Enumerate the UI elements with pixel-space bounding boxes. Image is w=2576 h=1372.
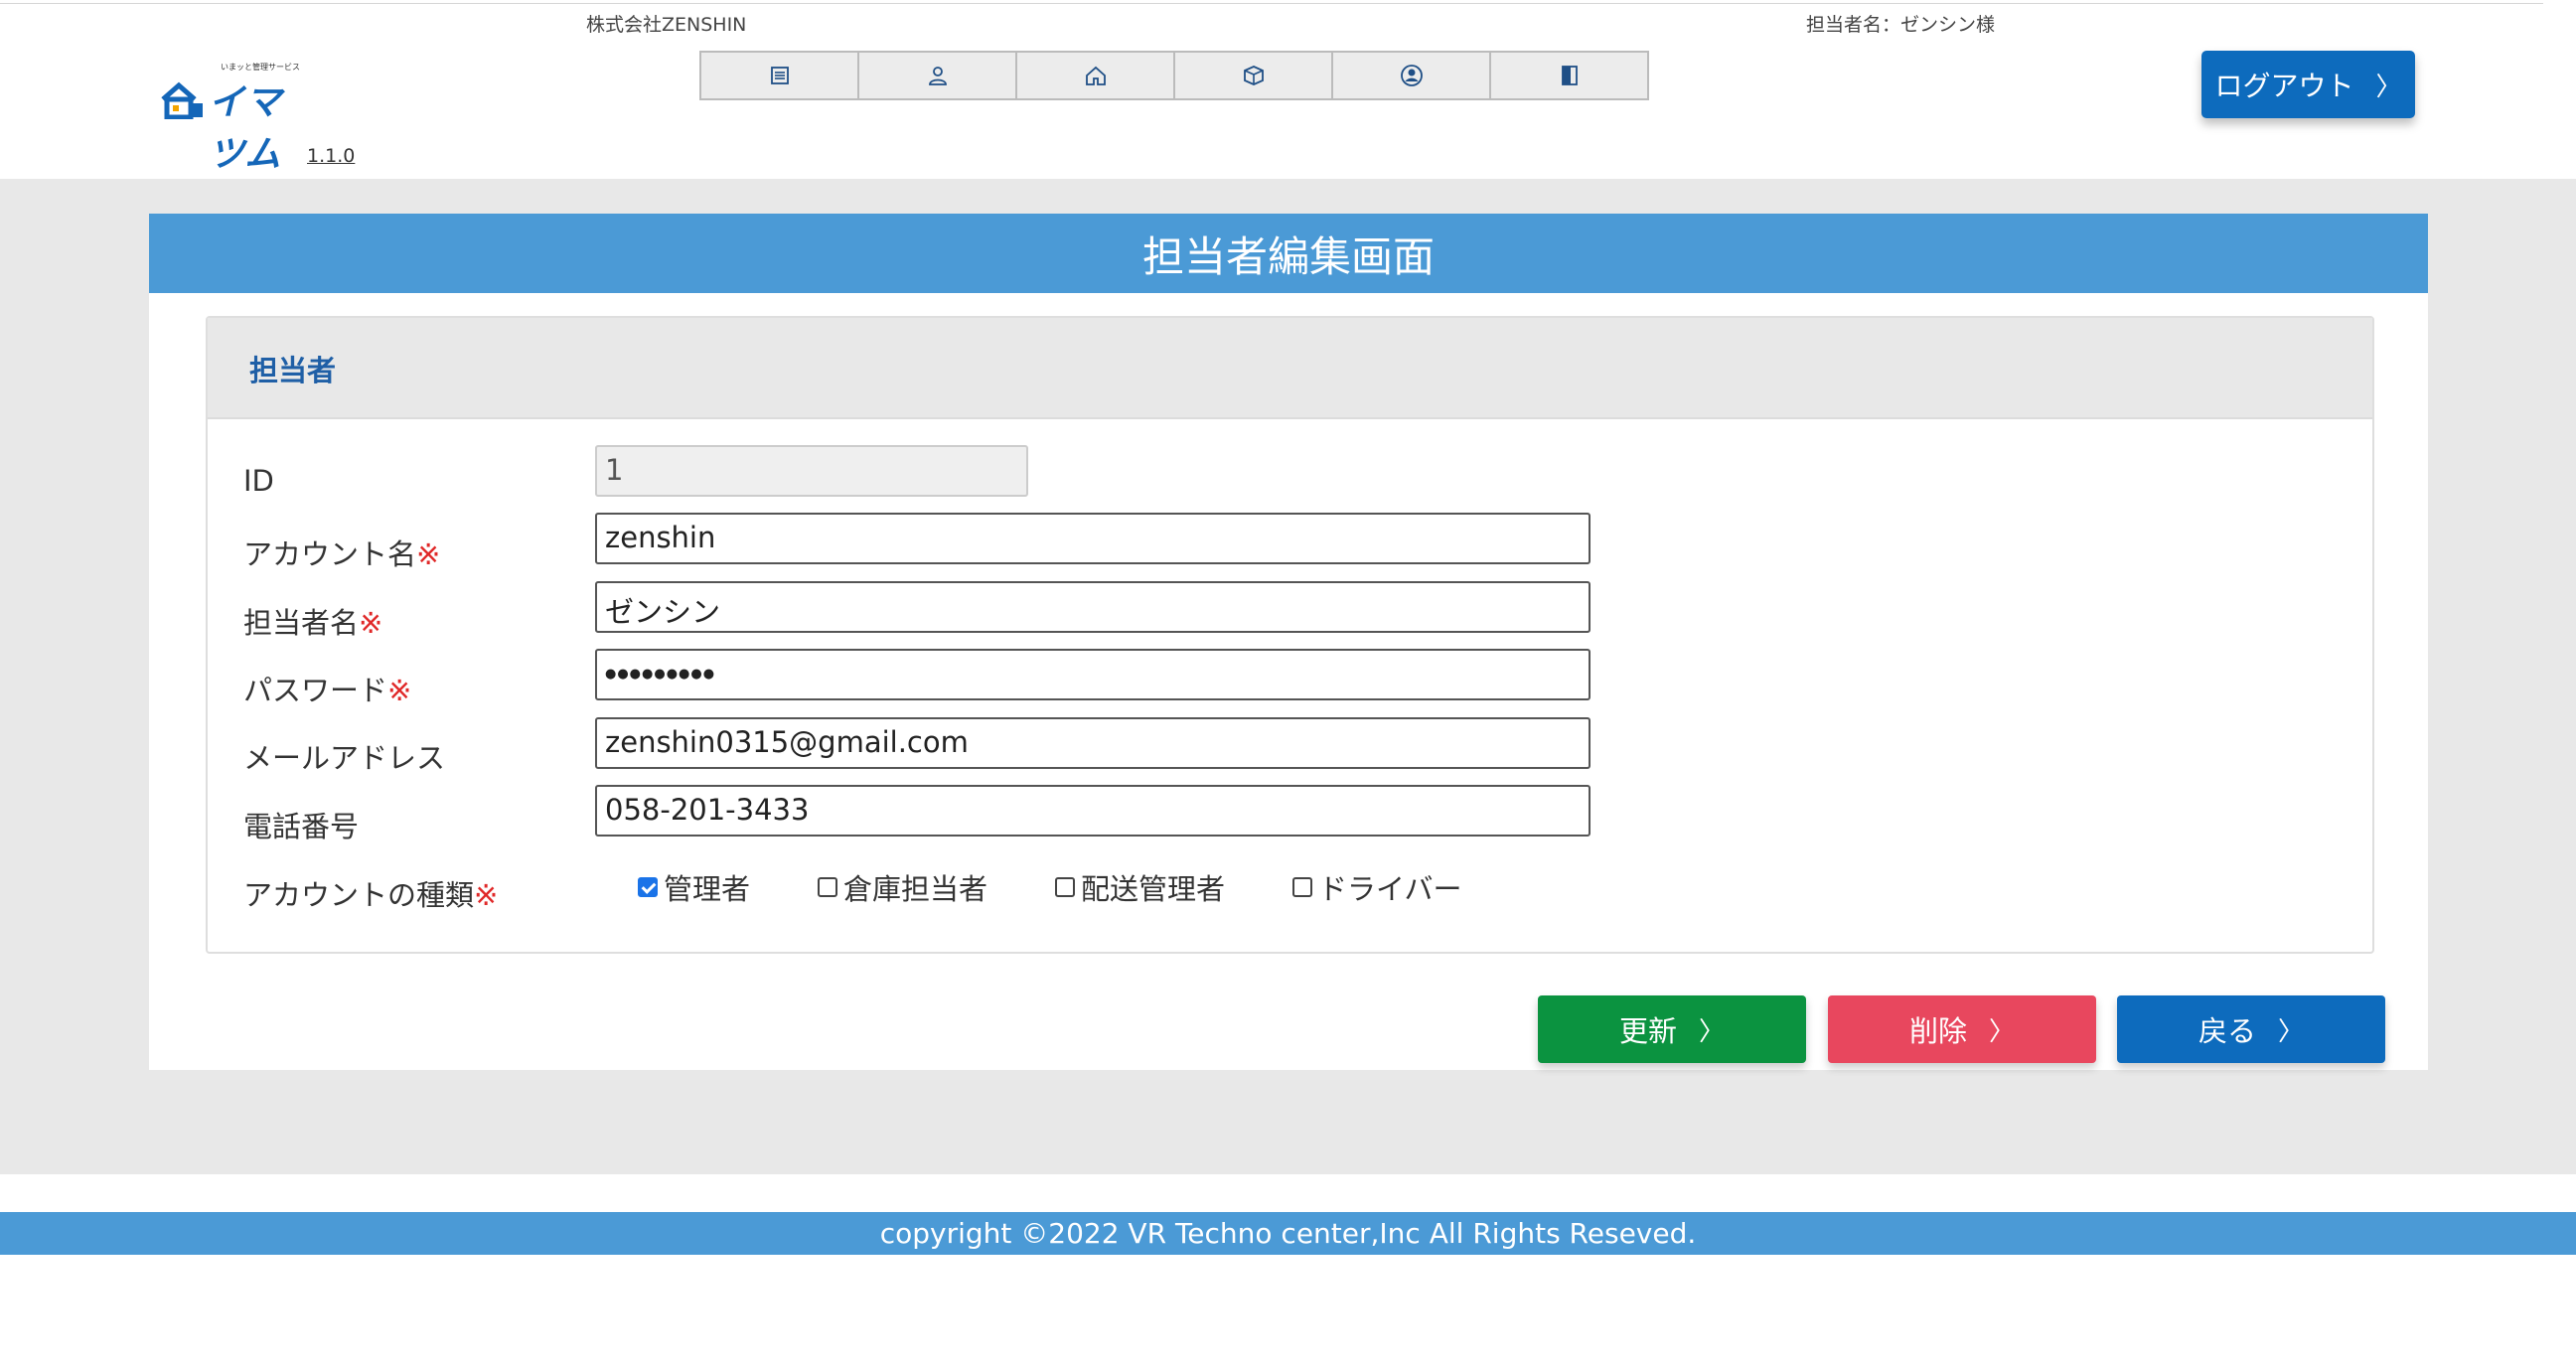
account-type-label: アカウントの種類※	[243, 878, 499, 912]
delete-button[interactable]: 削除〉	[1828, 995, 2096, 1063]
home-icon	[1085, 66, 1106, 85]
email-input[interactable]: zenshin0315@gmail.com	[595, 717, 1591, 769]
chevron-right-icon: 〉	[1699, 1016, 1726, 1047]
checkbox-checked[interactable]	[638, 877, 658, 897]
account-type-warehouse[interactable]: 倉庫担当者	[818, 866, 987, 908]
book-icon	[1561, 66, 1578, 85]
account-type-delivery-manager[interactable]: 配送管理者	[1055, 866, 1225, 908]
company-name: 株式会社ZENSHIN	[586, 14, 747, 36]
account-type-group: 管理者 倉庫担当者 配送管理者 ドライバー	[638, 866, 1529, 908]
nav-home-button[interactable]	[1017, 53, 1175, 98]
footer-copyright: copyright ©2022 VR Techno center,Inc All…	[0, 1212, 2576, 1255]
back-label: 戻る	[2197, 1014, 2256, 1048]
account-type-admin[interactable]: 管理者	[638, 866, 750, 908]
box-icon	[1243, 66, 1264, 85]
phone-input[interactable]: 058-201-3433	[595, 785, 1591, 837]
staff-name-label: 担当者名※	[243, 606, 383, 640]
nav-box-button[interactable]	[1175, 53, 1333, 98]
logout-label: ログアウト	[2214, 70, 2354, 102]
id-field: 1	[595, 445, 1028, 497]
delete-label: 削除	[1908, 1014, 1967, 1048]
update-label: 更新	[1618, 1014, 1677, 1048]
logo-brand: イマツム	[209, 82, 283, 175]
password-label: パスワード※	[243, 674, 412, 707]
checkbox[interactable]	[1292, 877, 1313, 897]
user-icon	[928, 67, 947, 85]
staff-name: 担当者名：ゼンシン様	[1806, 14, 1996, 36]
checkbox[interactable]	[818, 877, 838, 897]
top-divider	[0, 3, 2543, 4]
email-label: メールアドレス	[243, 741, 446, 775]
staff-name-input[interactable]: ゼンシン	[595, 581, 1591, 633]
nav-book-button[interactable]	[1491, 53, 1647, 98]
staff-panel: 担当者	[206, 316, 2374, 954]
chevron-right-icon: 〉	[2375, 72, 2402, 102]
required-mark: ※	[387, 674, 412, 707]
update-button[interactable]: 更新〉	[1538, 995, 1806, 1063]
house-logo-icon	[161, 81, 203, 119]
nav-user-button[interactable]	[859, 53, 1017, 98]
logo[interactable]: いまッと管理サービス イマツム	[159, 62, 318, 175]
page-title: 担当者編集画面	[149, 214, 2428, 293]
panel-header: 担当者	[208, 318, 2372, 419]
chevron-right-icon: 〉	[1989, 1016, 2016, 1047]
chevron-right-icon: 〉	[2278, 1016, 2305, 1047]
logo-tagline: いまッと管理サービス	[221, 63, 300, 72]
password-input[interactable]: ●●●●●●●●●	[595, 649, 1591, 700]
back-button[interactable]: 戻る〉	[2117, 995, 2385, 1063]
checkbox[interactable]	[1055, 877, 1076, 897]
account-type-driver[interactable]: ドライバー	[1292, 866, 1461, 908]
account-name-input[interactable]: zenshin	[595, 513, 1591, 564]
id-label: ID	[243, 464, 274, 498]
list-icon	[770, 67, 789, 84]
logout-button[interactable]: ログアウト 〉	[2201, 51, 2415, 118]
required-mark: ※	[359, 606, 383, 640]
nav-list-button[interactable]	[701, 53, 859, 98]
section-title: 担当者	[249, 354, 337, 387]
account-name-label: アカウント名※	[243, 537, 441, 571]
main-nav	[699, 51, 1649, 100]
nav-account-button[interactable]	[1333, 53, 1491, 98]
required-mark: ※	[416, 537, 441, 571]
header: 株式会社ZENSHIN 担当者名：ゼンシン様 いまッと管理サービス イマツム 1…	[0, 0, 2576, 179]
version-link[interactable]: 1.1.0	[307, 145, 355, 167]
required-mark: ※	[474, 878, 499, 912]
phone-label: 電話番号	[243, 810, 360, 843]
user-circle-icon	[1400, 65, 1423, 86]
